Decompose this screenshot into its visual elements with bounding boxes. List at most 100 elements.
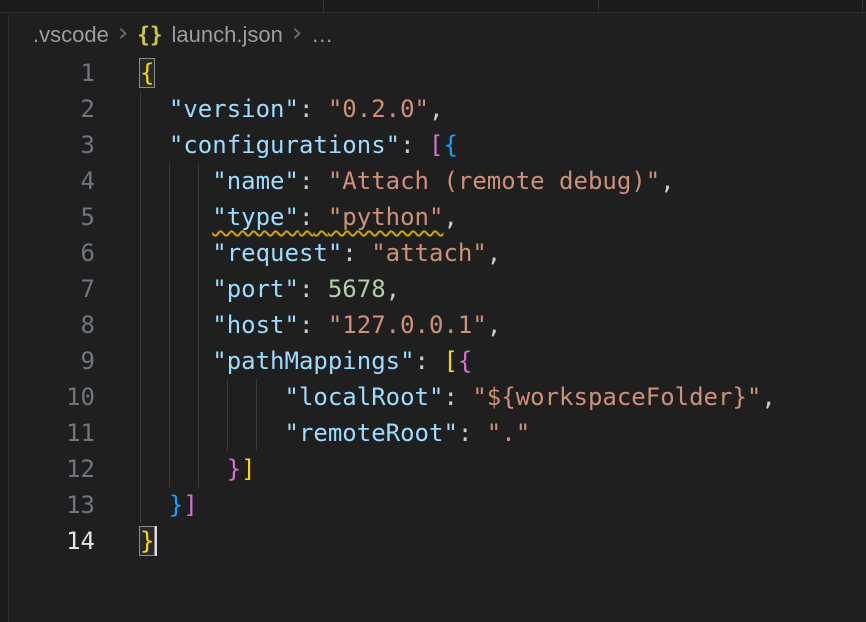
code-token: :	[342, 239, 356, 267]
code-token: :	[415, 347, 429, 375]
line-number: 12	[10, 451, 95, 487]
line-number: 1	[10, 55, 95, 91]
code-token: {	[443, 131, 457, 159]
code-line[interactable]: 6 "request": "attach",	[10, 235, 866, 271]
code-token	[472, 419, 486, 447]
indent-guide	[198, 343, 199, 379]
indent-guide	[198, 199, 199, 235]
code-token	[313, 275, 327, 303]
indent-guide	[169, 343, 170, 379]
line-number: 8	[10, 307, 95, 343]
tab-bar	[0, 0, 866, 13]
tab-separator	[598, 0, 599, 13]
code-line-content: {	[95, 55, 866, 91]
code-token	[140, 311, 212, 339]
code-editor[interactable]: .vscode›{}launch.json›… 1{2 "version": "…	[10, 14, 866, 622]
code-line[interactable]: 14}	[10, 523, 866, 559]
code-token: :	[458, 419, 472, 447]
code-token: :	[400, 131, 414, 159]
code-token: :	[299, 95, 313, 123]
indent-guide	[198, 451, 199, 487]
code-line-content: "host": "127.0.0.1",	[95, 307, 866, 343]
code-line-content: }	[95, 523, 866, 559]
code-token	[357, 239, 371, 267]
code-token	[313, 167, 327, 195]
indent-guide	[256, 379, 257, 415]
indent-guide	[169, 163, 170, 199]
code-token	[313, 311, 327, 339]
indent-guide	[198, 307, 199, 343]
code-line[interactable]: 4 "name": "Attach (remote debug)",	[10, 163, 866, 199]
code-line-content: "remoteRoot": "."	[95, 415, 866, 451]
code-token: "type"	[212, 203, 299, 231]
code-token: {	[458, 347, 472, 375]
code-token: "attach"	[371, 239, 487, 267]
code-token: "host"	[212, 311, 299, 339]
code-line-content: "pathMappings": [{	[95, 343, 866, 379]
code-token: :	[299, 275, 313, 303]
json-braces-icon: {}	[137, 23, 162, 47]
code-token: :	[299, 311, 313, 339]
code-line-content: }]	[95, 487, 866, 523]
code-line[interactable]: 2 "version": "0.2.0",	[10, 91, 866, 127]
code-area[interactable]: 1{2 "version": "0.2.0",3 "configurations…	[10, 55, 866, 559]
code-token	[458, 383, 472, 411]
code-token: }	[227, 455, 241, 483]
code-line[interactable]: 5 "type": "python",	[10, 199, 866, 235]
code-token	[429, 347, 443, 375]
code-token: [	[443, 347, 457, 375]
code-token: "remoteRoot"	[285, 419, 458, 447]
code-token: ,	[487, 239, 501, 267]
indent-guide	[140, 343, 141, 379]
code-token	[313, 203, 327, 231]
line-number: 9	[10, 343, 95, 379]
line-number: 5	[10, 199, 95, 235]
code-token: }	[169, 491, 183, 519]
indent-guide	[198, 271, 199, 307]
indent-guide	[140, 271, 141, 307]
code-token	[140, 239, 212, 267]
indent-guide	[169, 451, 170, 487]
code-token: "."	[487, 419, 530, 447]
code-token: ]	[183, 491, 197, 519]
code-token	[140, 491, 169, 519]
indent-guide	[227, 379, 228, 415]
indent-guide	[169, 271, 170, 307]
code-token: ,	[487, 311, 501, 339]
code-line-content: "request": "attach",	[95, 235, 866, 271]
code-line[interactable]: 1{	[10, 55, 866, 91]
line-number: 4	[10, 163, 95, 199]
code-line[interactable]: 7 "port": 5678,	[10, 271, 866, 307]
indent-guide	[140, 379, 141, 415]
code-token	[140, 383, 285, 411]
code-line[interactable]: 10 "localRoot": "${workspaceFolder}",	[10, 379, 866, 415]
code-line[interactable]: 3 "configurations": [{	[10, 127, 866, 163]
breadcrumb-item-launchjson[interactable]: launch.json	[172, 22, 283, 48]
line-number: 3	[10, 127, 95, 163]
code-line[interactable]: 8 "host": "127.0.0.1",	[10, 307, 866, 343]
code-line[interactable]: 11 "remoteRoot": "."	[10, 415, 866, 451]
indent-guide	[169, 379, 170, 415]
breadcrumb-item-vscode[interactable]: .vscode	[33, 22, 109, 48]
code-line[interactable]: 12 }]	[10, 451, 866, 487]
code-token	[140, 203, 212, 231]
indent-guide	[198, 163, 199, 199]
chevron-right-icon: ›	[118, 20, 128, 46]
code-token: "pathMappings"	[212, 347, 414, 375]
code-line[interactable]: 9 "pathMappings": [{	[10, 343, 866, 379]
breadcrumb-item-[interactable]: …	[311, 22, 333, 48]
code-token: :	[299, 167, 313, 195]
breadcrumb: .vscode›{}launch.json›…	[10, 14, 866, 55]
code-line[interactable]: 13 }]	[10, 487, 866, 523]
line-number: 7	[10, 271, 95, 307]
tab-separator	[862, 0, 863, 13]
code-token: 5678	[328, 275, 386, 303]
code-token	[140, 275, 212, 303]
text-cursor	[155, 526, 157, 556]
indent-guide	[140, 415, 141, 451]
line-number: 10	[10, 379, 95, 415]
code-token: [	[429, 131, 443, 159]
code-token	[313, 95, 327, 123]
code-token	[140, 167, 212, 195]
code-token: ,	[443, 203, 457, 231]
